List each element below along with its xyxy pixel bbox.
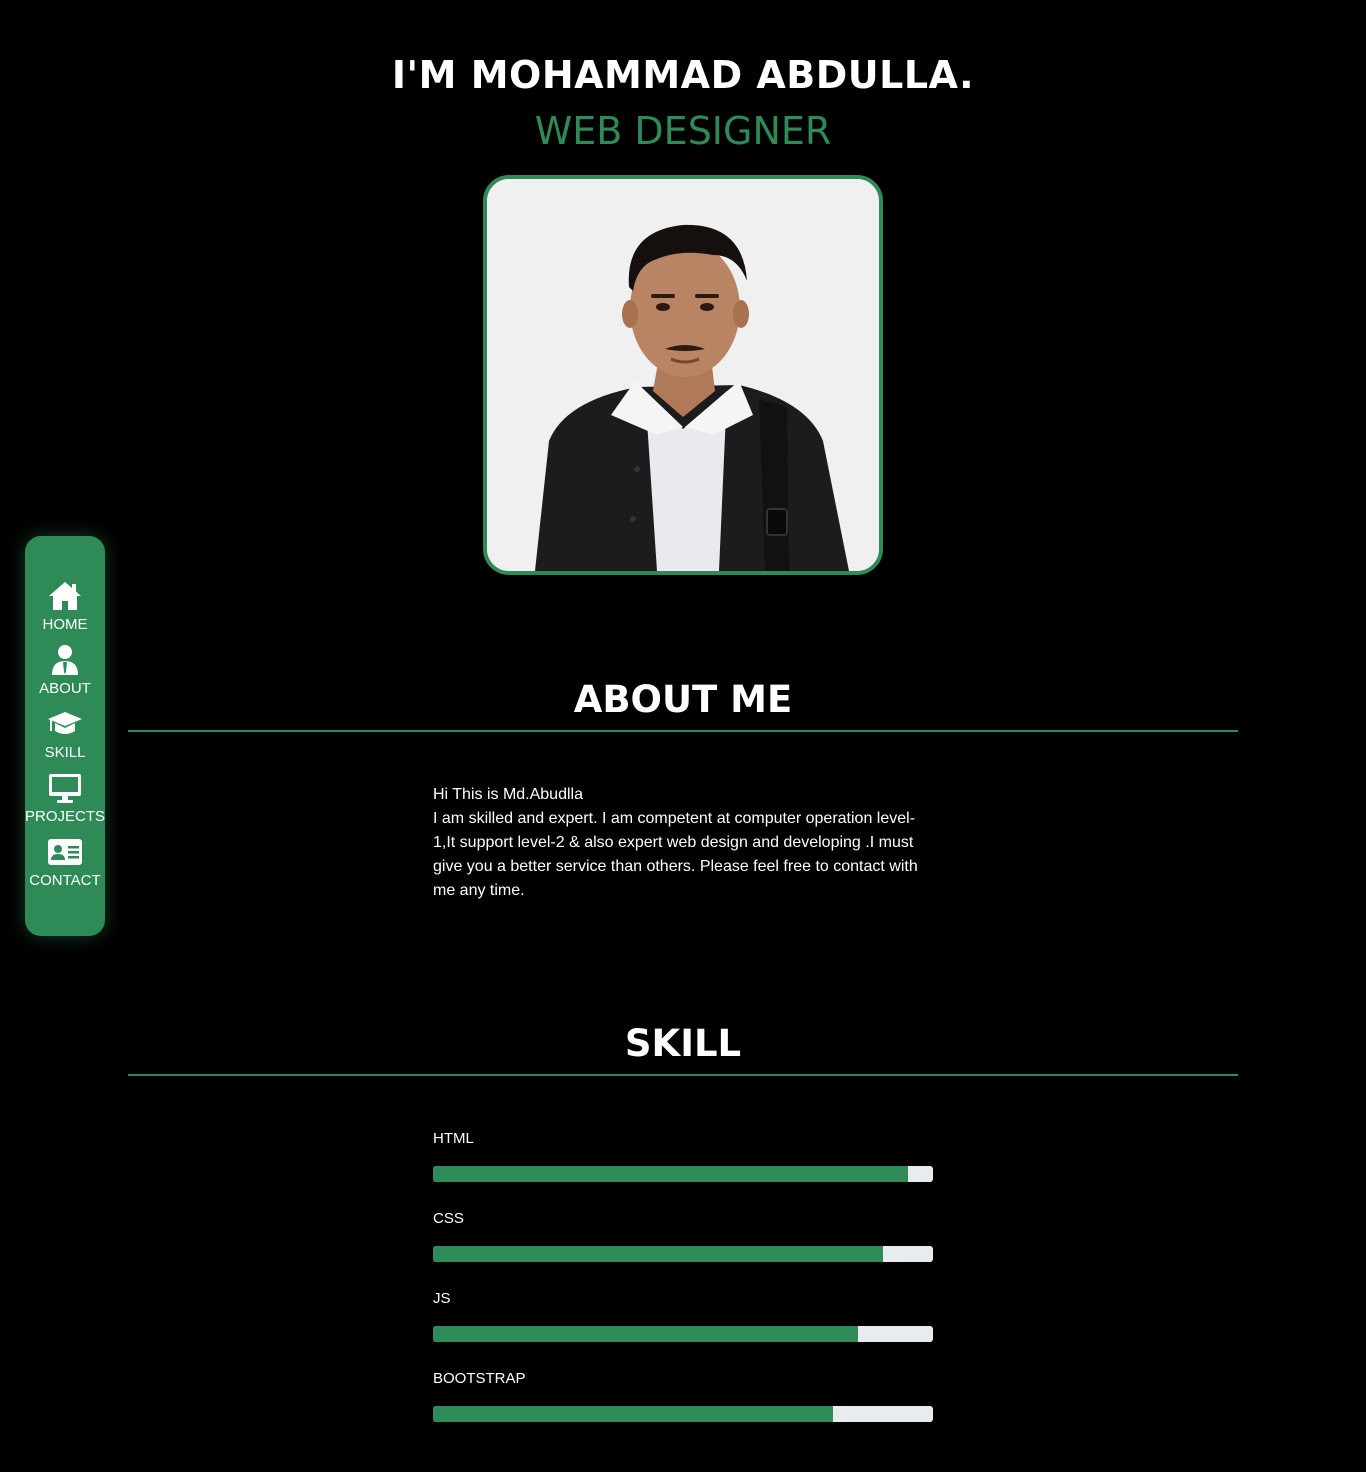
hero-name: I'M MOHAMMAD ABDULLA.	[391, 53, 975, 97]
id-card-icon	[48, 839, 82, 865]
skill-fill-js	[433, 1326, 858, 1342]
portfolio-page: I'M MOHAMMAD ABDULLA. WEB DESIGNER HOME …	[0, 0, 1366, 1472]
skill-label-bootstrap: BOOTSTRAP	[433, 1370, 526, 1387]
skill-bar-js	[433, 1326, 933, 1342]
nav-label-contact: CONTACT	[29, 872, 101, 889]
skill-title: SKILL	[624, 1022, 742, 1065]
skill-fill-bootstrap	[433, 1406, 833, 1422]
sidebar-nav: HOME ABOUT SKILL PROJECTS CONTACT	[25, 536, 105, 936]
skill-divider	[128, 1074, 1238, 1076]
nav-label-home: HOME	[42, 616, 88, 633]
nav-item-home[interactable]: HOME	[25, 580, 105, 634]
nav-label-skill: SKILL	[44, 744, 86, 761]
skill-bar-html	[433, 1166, 933, 1182]
home-icon	[49, 582, 81, 610]
skill-fill-css	[433, 1246, 883, 1262]
about-title: ABOUT ME	[573, 678, 793, 721]
skill-label-css: CSS	[433, 1210, 464, 1227]
nav-item-projects[interactable]: PROJECTS	[25, 772, 105, 826]
nav-item-contact[interactable]: CONTACT	[25, 836, 105, 890]
about-body: I am skilled and expert. I am competent …	[433, 810, 918, 899]
skill-label-html: HTML	[433, 1130, 474, 1147]
about-greeting: Hi This is Md.Abudlla	[433, 786, 583, 803]
desktop-icon	[49, 774, 81, 803]
profile-photo-image	[487, 179, 879, 571]
profile-photo	[483, 175, 883, 575]
skill-bar-css	[433, 1246, 933, 1262]
skill-fill-html	[433, 1166, 908, 1182]
about-text: Hi This is Md.Abudlla I am skilled and e…	[433, 783, 933, 903]
user-icon	[52, 645, 78, 675]
nav-label-projects: PROJECTS	[25, 808, 106, 825]
hero-role: WEB DESIGNER	[534, 109, 832, 153]
about-divider	[128, 730, 1238, 732]
skill-label-js: JS	[433, 1290, 451, 1307]
skill-bar-bootstrap	[433, 1406, 933, 1422]
